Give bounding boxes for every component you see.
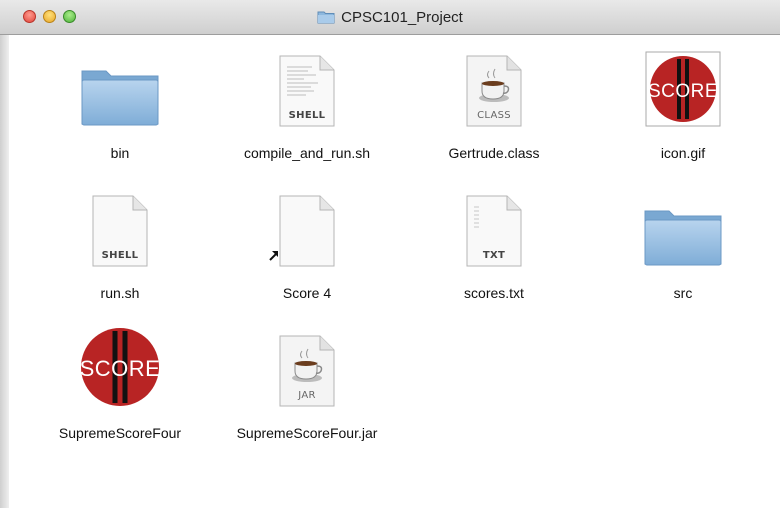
shell-script-icon: SHELL: [267, 47, 347, 127]
file-label: Gertrude.class: [448, 145, 540, 161]
file-label: icon.gif: [660, 145, 706, 161]
file-item-src[interactable]: src: [603, 187, 763, 307]
file-label: scores.txt: [464, 285, 524, 301]
shell-script-icon: SHELL: [80, 187, 160, 267]
file-type-tag: SHELL: [101, 250, 139, 261]
jar-file-icon: JAR: [267, 327, 347, 407]
file-item-supremescorefour-app[interactable]: SCORE SupremeScoreFour: [40, 327, 200, 447]
alias-arrow-icon: [269, 251, 278, 261]
file-label: Score 4: [282, 285, 332, 301]
score-app-icon: SCORE: [80, 327, 160, 407]
icon-view[interactable]: bin SHELL compile_and_run.sh CLASS Gertr…: [0, 35, 780, 508]
file-label: bin: [110, 145, 130, 161]
title-bar[interactable]: CPSC101_Project: [0, 0, 780, 35]
gif-image-icon: SCORE: [643, 47, 723, 127]
file-type-tag: JAR: [298, 390, 316, 401]
file-item-icon-gif[interactable]: SCORE icon.gif: [603, 47, 763, 167]
java-class-icon: CLASS: [454, 47, 534, 127]
window-title-text: CPSC101_Project: [341, 8, 463, 26]
file-type-tag: TXT: [482, 250, 506, 261]
file-item-scores-txt[interactable]: TXT scores.txt: [414, 187, 574, 307]
file-type-tag: SHELL: [288, 110, 326, 121]
window-title: CPSC101_Project: [0, 0, 780, 34]
file-item-compile-and-run[interactable]: SHELL compile_and_run.sh: [227, 47, 387, 187]
folder-icon: [80, 47, 160, 127]
folder-icon: [643, 187, 723, 267]
file-item-gertrude-class[interactable]: CLASS Gertrude.class: [414, 47, 574, 167]
text-file-icon: TXT: [454, 187, 534, 267]
file-item-supremescorefour-jar[interactable]: JAR SupremeScoreFour.jar: [227, 327, 387, 467]
file-label: compile_and_run.sh: [243, 145, 371, 161]
score-text: SCORE: [80, 356, 160, 381]
file-item-score-4-alias[interactable]: Score 4: [227, 187, 387, 307]
file-label: SupremeScoreFour.jar: [236, 425, 378, 441]
window-edge: [0, 35, 9, 508]
file-label: run.sh: [100, 285, 140, 301]
file-type-tag: CLASS: [477, 110, 511, 121]
file-item-bin[interactable]: bin: [40, 47, 200, 167]
file-label: src: [673, 285, 693, 301]
file-item-run-sh[interactable]: SHELL run.sh: [40, 187, 200, 307]
file-label: SupremeScoreFour: [58, 425, 182, 441]
folder-icon: [317, 11, 335, 24]
score-text: SCORE: [648, 81, 718, 102]
finder-window: CPSC101_Project bin SHELL compile_and_ru…: [0, 0, 780, 508]
